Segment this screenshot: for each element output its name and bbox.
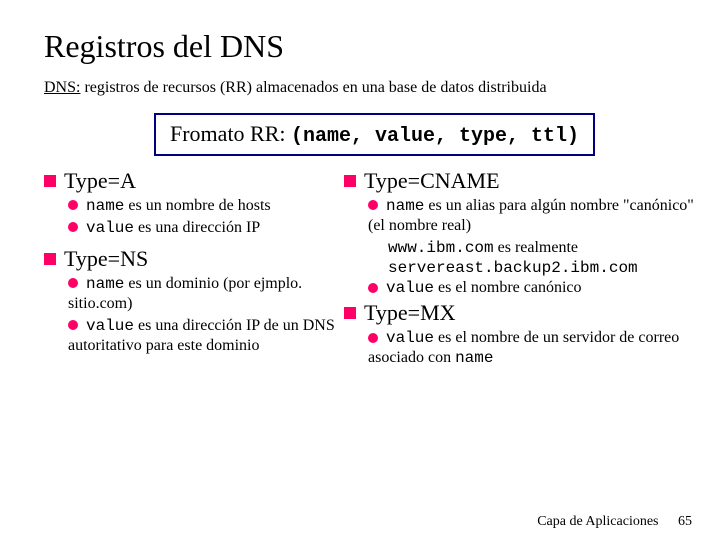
type-a-heading-text: Type=A (64, 168, 136, 193)
type-cname-heading: Type=CNAME (344, 168, 704, 194)
circle-bullet-icon (68, 222, 78, 232)
type-ns-name-code: name (86, 275, 124, 293)
type-cname-example-2: servereast.backup2.ibm.com (388, 258, 704, 278)
subtitle-rest: registros de recursos (RR) almacenados e… (80, 79, 546, 96)
type-mx-heading-text: Type=MX (364, 300, 456, 325)
type-a-item-1: name es un nombre de hosts (68, 196, 354, 216)
circle-bullet-icon (68, 320, 78, 330)
type-cname-heading-text: Type=CNAME (364, 168, 500, 193)
type-a-value-desc: es una dirección IP (134, 219, 260, 236)
footer: Capa de Aplicaciones 65 (537, 514, 692, 530)
type-cname-item-1: name es un alias para algún nombre "canó… (368, 196, 704, 236)
type-mx-name-code: name (455, 349, 493, 367)
type-cname-item-2: value es el nombre canónico (368, 278, 704, 298)
square-bullet-icon (344, 307, 356, 319)
square-bullet-icon (44, 253, 56, 265)
subtitle: DNS: registros de recursos (RR) almacena… (44, 79, 688, 97)
cname-ex1-text: es realmente (494, 239, 578, 256)
type-cname-value-desc: es el nombre canónico (434, 279, 582, 296)
cname-ex2-code: servereast.backup2.ibm.com (388, 259, 638, 277)
circle-bullet-icon (368, 200, 378, 210)
type-mx-heading: Type=MX (344, 300, 704, 326)
type-ns-value-code: value (86, 317, 134, 335)
type-a-heading: Type=A (44, 168, 354, 194)
square-bullet-icon (44, 175, 56, 187)
rr-format-label: Fromato RR: (170, 121, 291, 146)
circle-bullet-icon (68, 278, 78, 288)
type-ns-item-1: name es un dominio (por ejmplo. sitio.co… (68, 274, 354, 314)
type-cname-name-code: name (386, 197, 424, 215)
footer-text: Capa de Aplicaciones (537, 514, 658, 529)
type-cname-value-code: value (386, 279, 434, 297)
type-cname-example-1: www.ibm.com es realmente (388, 238, 704, 258)
left-column: Type=A name es un nombre de hosts value … (44, 166, 354, 358)
page-number: 65 (678, 514, 692, 529)
cname-ex1-code: www.ibm.com (388, 239, 494, 257)
type-mx-item-1: value es el nombre de un servidor de cor… (368, 328, 704, 368)
circle-bullet-icon (368, 333, 378, 343)
type-mx-value-code: value (386, 329, 434, 347)
slide: Registros del DNS DNS: registros de recu… (0, 0, 720, 540)
circle-bullet-icon (368, 283, 378, 293)
type-a-name-code: name (86, 197, 124, 215)
right-column: Type=CNAME name es un alias para algún n… (344, 166, 704, 370)
type-a-name-desc: es un nombre de hosts (124, 197, 270, 214)
square-bullet-icon (344, 175, 356, 187)
rr-format-box: Fromato RR: (name, value, type, ttl) (154, 113, 595, 156)
type-ns-heading: Type=NS (44, 246, 354, 272)
circle-bullet-icon (68, 200, 78, 210)
subtitle-label: DNS: (44, 79, 80, 96)
rr-format-tuple: (name, value, type, ttl) (291, 125, 579, 148)
type-ns-heading-text: Type=NS (64, 246, 148, 271)
type-a-value-code: value (86, 219, 134, 237)
type-ns-item-2: value es una dirección IP de un DNS auto… (68, 316, 354, 356)
page-title: Registros del DNS (44, 28, 688, 65)
type-a-item-2: value es una dirección IP (68, 218, 354, 238)
